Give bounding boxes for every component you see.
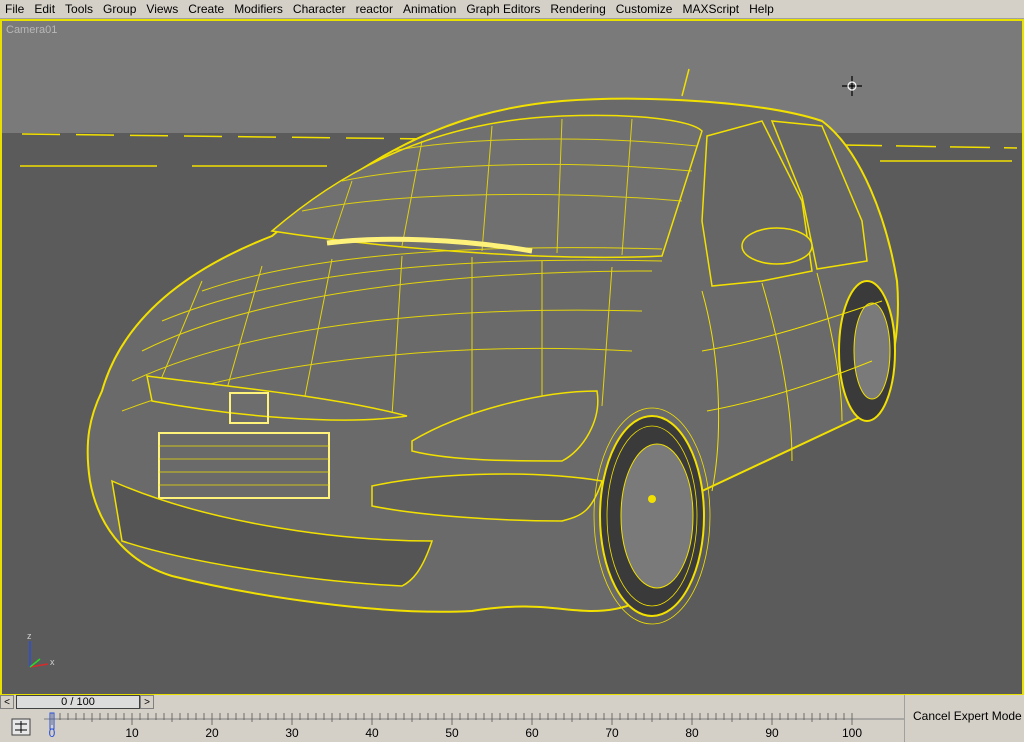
menu-item-animation[interactable]: Animation	[398, 0, 461, 18]
time-slider-thumb[interactable]: 0 / 100	[16, 695, 140, 709]
trackbar-tick-label: 80	[685, 726, 699, 740]
viewport-label[interactable]: Camera01	[6, 24, 57, 36]
menu-item-character[interactable]: Character	[288, 0, 351, 18]
trackbar-filter-icon[interactable]	[10, 717, 32, 737]
menu-bar: File Edit Tools Group Views Create Modifiers Ch…	[0, 0, 1024, 19]
trackbar-tick-label: 50	[445, 726, 459, 740]
menu-item-graph-editors[interactable]: Graph Editors	[461, 0, 545, 18]
trackbar-tick-label: 70	[605, 726, 619, 740]
menu-item-tools[interactable]: Tools	[60, 0, 98, 18]
rear-wheel	[838, 280, 896, 422]
status-area: Cancel Expert Mode	[904, 695, 1024, 742]
trackbar-tick-label: 30	[285, 726, 299, 740]
menu-item-file[interactable]: File	[0, 0, 29, 18]
menu-item-modifiers[interactable]: Modifiers	[229, 0, 288, 18]
trackbar-tick-label: 100	[842, 726, 862, 740]
menu-item-help[interactable]: Help	[744, 0, 779, 18]
trackbar-tick-label: 90	[765, 726, 779, 740]
menu-item-customize[interactable]: Customize	[611, 0, 678, 18]
menu-item-group[interactable]: Group	[98, 0, 141, 18]
menu-item-reactor[interactable]: reactor	[351, 0, 398, 18]
time-slider[interactable]: < 0 / 100 >	[0, 695, 904, 710]
axis-z-label: z	[27, 631, 32, 641]
menu-item-create[interactable]: Create	[183, 0, 229, 18]
trackbar-tick-label: 20	[205, 726, 219, 740]
viewport-scene[interactable]: z x	[2, 21, 1022, 694]
trackbar-tick-label: 40	[365, 726, 379, 740]
cancel-expert-mode-button[interactable]: Cancel Expert Mode	[913, 709, 1022, 723]
camera-viewport[interactable]: z x Camera01	[0, 19, 1024, 696]
trackbar-tick-label: 10	[125, 726, 139, 740]
trackbar-ruler[interactable]: 0 10 20 30 40 50 60 70 80 90 100	[44, 711, 904, 742]
menu-item-edit[interactable]: Edit	[29, 0, 60, 18]
menu-item-maxscript[interactable]: MAXScript	[677, 0, 744, 18]
menu-item-rendering[interactable]: Rendering	[545, 0, 610, 18]
trackbar[interactable]: 0 10 20 30 40 50 60 70 80 90 100	[0, 711, 904, 742]
time-slider-prev-button[interactable]: <	[0, 695, 14, 709]
trackbar-tick-label: 60	[525, 726, 539, 740]
side-mirror	[741, 227, 813, 265]
menu-item-views[interactable]: Views	[141, 0, 183, 18]
time-slider-next-button[interactable]: >	[140, 695, 154, 709]
axis-x-label: x	[50, 657, 55, 667]
